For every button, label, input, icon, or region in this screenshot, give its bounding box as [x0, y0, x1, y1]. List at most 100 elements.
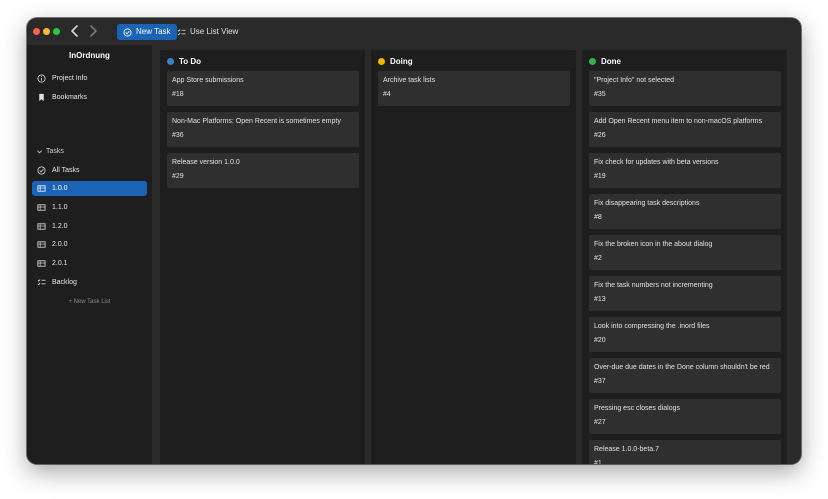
new-task-label: New Task [136, 27, 171, 36]
sidebar-item-1-1-0[interactable]: 1.1.0 [32, 200, 147, 215]
task-card-title: Fix disappearing task descriptions [594, 200, 700, 207]
task-card-title: Archive task lists [383, 77, 436, 84]
tasks-section-label: Tasks [46, 148, 64, 155]
list-view-label: Use List View [190, 27, 239, 36]
task-card[interactable]: Release version 1.0.0 #29 [167, 153, 359, 188]
task-card-number: #37 [594, 378, 606, 385]
minimize-window-button[interactable] [43, 28, 50, 35]
chevron-left-icon [71, 25, 78, 37]
task-card-title: "Project Info" not selected [594, 77, 675, 84]
list-view-icon [177, 28, 186, 35]
task-card-title: Add Open Recent menu item to non-macOS p… [594, 118, 763, 125]
task-card-title: Fix the broken icon in the about dialog [594, 241, 713, 248]
sidebar-item-label: 1.1.0 [52, 204, 68, 211]
sidebar-item-label: All Tasks [52, 167, 80, 174]
tasks-section-header[interactable]: Tasks [36, 148, 64, 155]
task-card[interactable]: Add Open Recent menu item to non-macOS p… [589, 112, 781, 147]
status-dot [378, 57, 385, 65]
forward-button[interactable] [86, 24, 100, 38]
sidebar-item-bookmarks[interactable]: Bookmarks [32, 90, 147, 105]
task-card-number: #18 [172, 91, 184, 98]
task-card[interactable]: Fix the task numbers not incrementing #1… [589, 276, 781, 311]
sidebar-item-label: Project Info [52, 75, 88, 82]
column-header: To Do [167, 55, 201, 67]
task-card[interactable]: Fix check for updates with beta versions… [589, 153, 781, 188]
status-dot [589, 57, 596, 65]
sidebar-item-label: Backlog [52, 279, 77, 286]
sidebar-item-1-2-0[interactable]: 1.2.0 [32, 219, 147, 234]
task-card[interactable]: Release 1.0.0-beta.7 #1 [589, 440, 781, 464]
bookmark-icon [39, 93, 44, 102]
task-card[interactable]: Archive task lists #4 [378, 71, 570, 106]
column-title: To Do [179, 56, 202, 66]
task-list-icon [37, 204, 46, 211]
task-list-icon [37, 241, 46, 248]
zoom-window-button[interactable] [53, 28, 60, 35]
task-card-title: App Store submissions [172, 77, 244, 84]
task-card-number: #8 [594, 214, 602, 221]
sidebar-item-1-0-0[interactable]: 1.0.0 [32, 181, 147, 196]
back-button[interactable] [68, 24, 82, 38]
sidebar-item-2-0-1[interactable]: 2.0.1 [32, 256, 147, 271]
task-card[interactable]: Over-due due dates in the Done column sh… [589, 358, 781, 393]
info-circle-icon [37, 74, 46, 83]
task-card-title: Non-Mac Platforms: Open Recent is someti… [172, 118, 341, 125]
sidebar-item-2-0-0[interactable]: 2.0.0 [32, 237, 147, 252]
kanban-board: To Do App Store submissions #18 Non-Mac … [152, 45, 801, 464]
new-task-icon [123, 27, 132, 37]
sidebar-item-all-tasks[interactable]: All Tasks [32, 163, 147, 178]
chevron-right-icon [90, 25, 97, 37]
task-card-number: #29 [172, 173, 184, 180]
task-list-icon [37, 223, 46, 230]
task-card-number: #19 [594, 173, 606, 180]
use-list-view-button[interactable]: Use List View [173, 24, 242, 40]
task-card[interactable]: "Project Info" not selected #35 [589, 71, 781, 106]
column-todo: To Do App Store submissions #18 Non-Mac … [160, 50, 365, 464]
app-window: New Task Use List View InOrdnung Project… [27, 18, 801, 464]
task-card[interactable]: Look into compressing the .inord files #… [589, 317, 781, 352]
column-header: Doing [378, 55, 413, 67]
checkmark-circle-icon [37, 166, 46, 175]
task-list-icon [37, 260, 46, 267]
sidebar-item-label: 1.0.0 [52, 185, 68, 192]
task-card-number: #27 [594, 419, 606, 426]
status-dot [167, 57, 174, 65]
task-card[interactable]: Non-Mac Platforms: Open Recent is someti… [167, 112, 359, 147]
column-title: Done [601, 56, 621, 66]
task-card[interactable]: Fix the broken icon in the about dialog … [589, 235, 781, 270]
chevron-down-icon [37, 150, 42, 154]
task-card-number: #13 [594, 296, 606, 303]
task-card-title: Over-due due dates in the Done column sh… [594, 364, 770, 371]
task-card-number: #20 [594, 337, 606, 344]
task-list-icon [37, 185, 46, 192]
task-card-title: Fix check for updates with beta versions [594, 159, 719, 166]
task-card-number: #26 [594, 132, 606, 139]
sidebar-item-label: 2.0.0 [52, 241, 68, 248]
task-card-number: #2 [594, 255, 602, 262]
task-card-number: #1 [594, 460, 602, 464]
task-card[interactable]: App Store submissions #18 [167, 71, 359, 106]
new-task-button[interactable]: New Task [117, 24, 177, 40]
column-done: Done "Project Info" not selected #35 Add… [582, 50, 787, 464]
checklist-icon [37, 279, 46, 286]
task-card-number: #4 [383, 91, 391, 98]
new-task-list-button[interactable]: + New Task List [27, 299, 152, 305]
task-card-number: #35 [594, 91, 606, 98]
close-window-button[interactable] [33, 28, 40, 35]
task-card-title: Pressing esc closes dialogs [594, 405, 680, 412]
task-card-title: Release version 1.0.0 [172, 159, 240, 166]
task-card-title: Look into compressing the .inord files [594, 323, 710, 330]
column-header: Done [589, 55, 621, 67]
sidebar-item-label: 1.2.0 [52, 223, 68, 230]
task-card-number: #36 [172, 132, 184, 139]
title-bar: New Task Use List View [27, 18, 801, 45]
sidebar-item-backlog[interactable]: Backlog [32, 275, 147, 290]
sidebar-item-label: Bookmarks [52, 94, 88, 101]
task-card-title: Fix the task numbers not incrementing [594, 282, 713, 289]
sidebar-item-project-info[interactable]: Project Info [32, 71, 147, 86]
app-title: InOrdnung [69, 51, 110, 60]
column-title: Doing [390, 56, 413, 66]
sidebar: InOrdnung Project Info Bookmarks Tasks A… [27, 45, 152, 464]
task-card[interactable]: Fix disappearing task descriptions #8 [589, 194, 781, 229]
task-card[interactable]: Pressing esc closes dialogs #27 [589, 399, 781, 434]
